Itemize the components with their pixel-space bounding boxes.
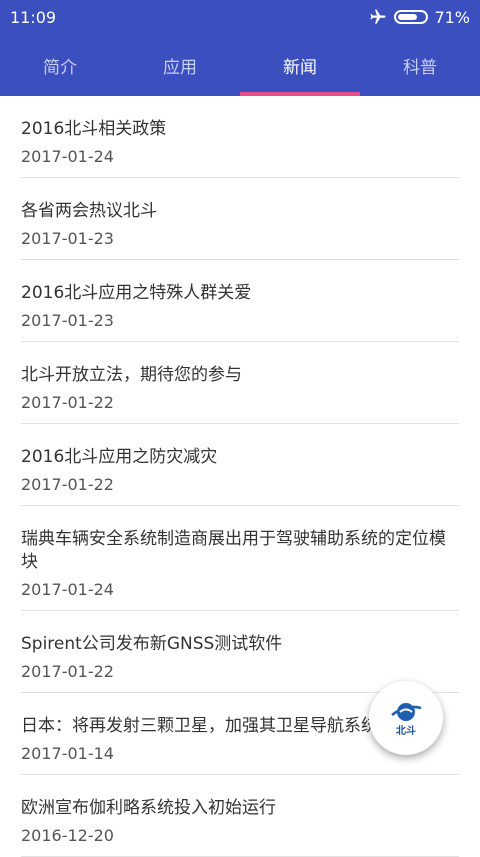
news-item[interactable]: 欧洲宣布伽利略系统投入初始运行 2016-12-20	[21, 775, 459, 857]
tab-science[interactable]: 科普	[360, 34, 480, 96]
airplane-icon	[370, 9, 386, 24]
news-item[interactable]: 瑞典车辆安全系统制造商展出用于驾驶辅助系统的定位模块 2017-01-24	[21, 506, 459, 611]
battery-icon	[394, 10, 429, 24]
tab-apps[interactable]: 应用	[120, 34, 240, 96]
news-item[interactable]: 各省两会热议北斗 2017-01-23	[21, 178, 459, 260]
status-time: 11:09	[10, 7, 57, 27]
news-item[interactable]: Spirent公司发布新GNSS测试软件 2017-01-22	[21, 611, 459, 693]
news-date: 2017-01-24	[21, 580, 114, 599]
news-item[interactable]: 2016北斗应用之防灾减灾 2017-01-22	[21, 424, 459, 506]
news-date: 2017-01-23	[21, 229, 114, 248]
fab-label: 北斗	[396, 725, 416, 737]
news-title: 2016北斗应用之特殊人群关爱	[21, 283, 252, 303]
news-date: 2017-01-22	[21, 475, 114, 494]
tab-intro[interactable]: 简介	[0, 34, 120, 96]
tab-bar: 简介 应用 新闻 科普	[0, 34, 480, 96]
status-icons: 71%	[368, 8, 470, 27]
news-title: 2016北斗应用之防灾减灾	[21, 447, 218, 467]
news-title: 瑞典车辆安全系统制造商展出用于驾驶辅助系统的定位模块	[21, 529, 446, 572]
news-item[interactable]: 2016北斗应用之特殊人群关爱 2017-01-23	[21, 260, 459, 342]
news-title: 各省两会热议北斗	[21, 201, 157, 221]
beidou-logo-icon	[391, 702, 422, 721]
news-title: Spirent公司发布新GNSS测试软件	[21, 634, 283, 654]
news-item[interactable]: 2016北斗相关政策 2017-01-24	[21, 96, 459, 178]
news-date: 2017-01-22	[21, 393, 114, 412]
news-date: 2017-01-22	[21, 662, 114, 681]
beidou-fab-button[interactable]: 北斗	[369, 681, 443, 755]
news-title: 2016北斗相关政策	[21, 119, 167, 139]
news-item[interactable]: 北斗开放立法，期待您的参与 2017-01-22	[21, 342, 459, 424]
news-date: 2017-01-24	[21, 147, 114, 166]
news-date: 2016-12-20	[21, 826, 114, 845]
battery-fill	[398, 14, 417, 20]
news-date: 2017-01-23	[21, 311, 114, 330]
news-title: 欧洲宣布伽利略系统投入初始运行	[21, 798, 276, 818]
tab-news[interactable]: 新闻	[240, 34, 360, 96]
news-title: 北斗开放立法，期待您的参与	[21, 365, 242, 385]
battery-percent: 71%	[434, 7, 470, 27]
status-bar: 11:09 71%	[0, 0, 480, 34]
